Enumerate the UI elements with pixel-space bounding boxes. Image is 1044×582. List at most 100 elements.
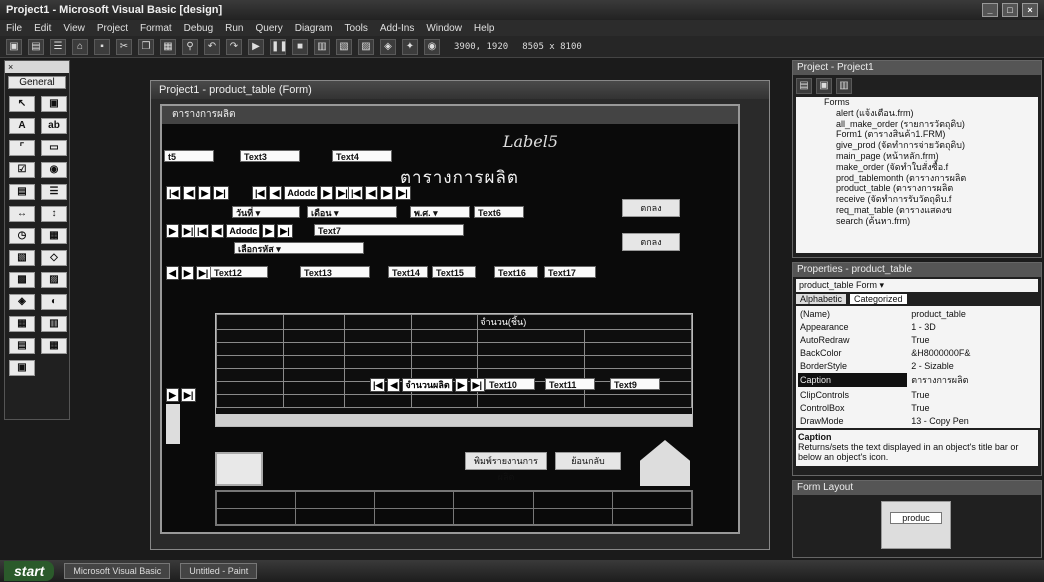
tab-alphabetic[interactable]: Alphabetic: [796, 294, 847, 304]
textbox-icon[interactable]: ab: [41, 118, 67, 134]
datacombo-icon[interactable]: ▥: [41, 316, 67, 332]
text7[interactable]: Text7: [314, 224, 464, 236]
combo-month[interactable]: เดือน ▾: [307, 206, 397, 218]
menu-format[interactable]: Format: [140, 23, 172, 34]
hscrollbar-icon[interactable]: ↔: [9, 206, 35, 222]
minimize-icon[interactable]: _: [982, 3, 998, 17]
tree-item[interactable]: prod_tablemonth (ตารางการผลิต: [824, 173, 1038, 184]
start-button[interactable]: start: [4, 561, 55, 581]
datagrid-icon[interactable]: ▦: [9, 316, 35, 332]
vscroll-left[interactable]: [166, 404, 180, 444]
ok-button-2[interactable]: ตกลง: [622, 233, 680, 251]
optionbutton-icon[interactable]: ◉: [41, 162, 67, 178]
menu-edit[interactable]: Edit: [34, 23, 51, 34]
menu-window[interactable]: Window: [426, 23, 462, 34]
text5[interactable]: t5: [164, 150, 214, 162]
view-object-icon[interactable]: ▣: [816, 78, 832, 94]
menu-query[interactable]: Query: [255, 23, 282, 34]
menu-run[interactable]: Run: [225, 23, 243, 34]
properties-grid[interactable]: (Name) product_table Appearance 1 - 3D Aut…: [796, 306, 1040, 428]
text10[interactable]: Text10: [485, 378, 535, 390]
adodc-icon[interactable]: ◐: [41, 294, 67, 310]
flexgrid-icon[interactable]: ▦: [41, 338, 67, 354]
combo-year[interactable]: พ.ศ. ▾: [410, 206, 470, 218]
ok-button-1[interactable]: ตกลง: [622, 199, 680, 217]
commandbutton-icon[interactable]: ▭: [41, 140, 67, 156]
label-icon[interactable]: A: [9, 118, 35, 134]
copy-icon[interactable]: ❐: [138, 38, 154, 55]
pointer-icon[interactable]: ↖: [9, 96, 35, 112]
tree-item[interactable]: search (ค้นหา.frm): [824, 216, 1038, 227]
vscrollbar-icon[interactable]: ↕: [41, 206, 67, 222]
view-code-icon[interactable]: ▤: [796, 78, 812, 94]
save-icon[interactable]: ▪: [94, 38, 110, 55]
text9[interactable]: Text9: [610, 378, 660, 390]
menu-debug[interactable]: Debug: [184, 23, 213, 34]
stop-icon[interactable]: ■: [292, 38, 308, 55]
frame-icon[interactable]: ⌜: [9, 140, 35, 156]
tree-item[interactable]: Form1 (ตารางสินค้า1.FRM): [824, 129, 1038, 140]
undo-icon[interactable]: ↶: [204, 38, 220, 55]
text12[interactable]: Text12: [210, 266, 268, 278]
menu-editor-icon[interactable]: ☰: [50, 38, 66, 55]
combo-product[interactable]: เลือกรหัส ▾: [234, 242, 364, 254]
toggle-folders-icon[interactable]: ▥: [836, 78, 852, 94]
task-paint[interactable]: Untitled - Paint: [180, 563, 258, 579]
object-selector[interactable]: product_table Form ▾: [796, 279, 1038, 292]
add-project-icon[interactable]: ▣: [6, 38, 22, 55]
picturebox-icon[interactable]: ▣: [41, 96, 67, 112]
tree-item[interactable]: make_order (จัดทำใบสั่งซื้อ.f: [824, 162, 1038, 173]
toolbox-close-bar[interactable]: ×: [5, 61, 69, 73]
menu-help[interactable]: Help: [474, 23, 495, 34]
tree-item[interactable]: alert (แจ้งเตือน.frm): [824, 108, 1038, 119]
maximize-icon[interactable]: □: [1002, 3, 1018, 17]
image-icon[interactable]: ▩: [9, 272, 35, 288]
tree-item[interactable]: all_make_order (รายการวัตถุดิบ): [824, 119, 1038, 130]
properties-icon[interactable]: ▧: [336, 38, 352, 55]
timer-icon[interactable]: ◷: [9, 228, 35, 244]
drivelist-icon[interactable]: ▦: [41, 228, 67, 244]
tab-categorized[interactable]: Categorized: [850, 294, 907, 304]
data-grid[interactable]: จำนวน(ชิ้น): [215, 313, 693, 427]
grid-hscrollbar[interactable]: [216, 414, 692, 426]
print-report-button[interactable]: พิมพ์รายงานการผลิต: [465, 452, 547, 482]
text15[interactable]: Text15: [432, 266, 476, 278]
pause-icon[interactable]: ❚❚: [270, 38, 288, 55]
form-layout-icon[interactable]: ▨: [358, 38, 374, 55]
toolbox-icon[interactable]: ✦: [402, 38, 418, 55]
bottom-grid[interactable]: [215, 490, 693, 526]
adodc-nav-6[interactable]: ◀ ▶ ▶|: [166, 266, 212, 280]
checkbox-icon[interactable]: ☑: [9, 162, 35, 178]
cut-icon[interactable]: ✂: [116, 38, 132, 55]
adodc-nav-4[interactable]: ▶ ▶|: [166, 224, 197, 238]
datalist-icon[interactable]: ▤: [9, 338, 35, 354]
picture-icon[interactable]: [215, 452, 263, 486]
tree-item[interactable]: main_page (หน้าหลัก.frm): [824, 151, 1038, 162]
dirlist-icon[interactable]: ▧: [9, 250, 35, 266]
menu-diagram[interactable]: Diagram: [295, 23, 333, 34]
tree-item[interactable]: product_table (ตารางการผลิต: [824, 183, 1038, 194]
task-vb[interactable]: Microsoft Visual Basic: [64, 563, 171, 579]
adodc-nav-3[interactable]: |◀ ◀ ▶ ▶|: [348, 186, 411, 200]
layout-form-preview[interactable]: produc: [890, 512, 942, 524]
adodc-nav-2[interactable]: |◀ ◀ Adodc ▶ ▶|: [252, 186, 351, 200]
text14[interactable]: Text14: [388, 266, 428, 278]
combo-day[interactable]: วันที่ ▾: [232, 206, 300, 218]
tree-forms-folder[interactable]: Forms: [824, 97, 1038, 108]
text13[interactable]: Text13: [300, 266, 370, 278]
back-button[interactable]: ย้อนกลับ: [555, 452, 621, 470]
menu-tools[interactable]: Tools: [345, 23, 368, 34]
adodc-nav-5[interactable]: |◀ ◀ Adodc ▶ ▶|: [194, 224, 293, 238]
menu-file[interactable]: File: [6, 23, 22, 34]
tree-item[interactable]: give_prod (จัดทำการจ่ายวัตถุดิบ): [824, 140, 1038, 151]
add-form-icon[interactable]: ▤: [28, 38, 44, 55]
menu-addins[interactable]: Add-Ins: [380, 23, 414, 34]
data-icon[interactable]: ▨: [41, 272, 67, 288]
adodc-nav-grid[interactable]: |◀ ◀ จำนวนผลิต ▶ ▶|: [370, 378, 486, 392]
text3[interactable]: Text3: [240, 150, 300, 162]
dtpicker-icon[interactable]: ▣: [9, 360, 35, 376]
text17[interactable]: Text17: [544, 266, 596, 278]
adodc-nav-7[interactable]: ▶ ▶|: [166, 388, 197, 402]
text16[interactable]: Text16: [494, 266, 538, 278]
close-icon[interactable]: ×: [1022, 3, 1038, 17]
